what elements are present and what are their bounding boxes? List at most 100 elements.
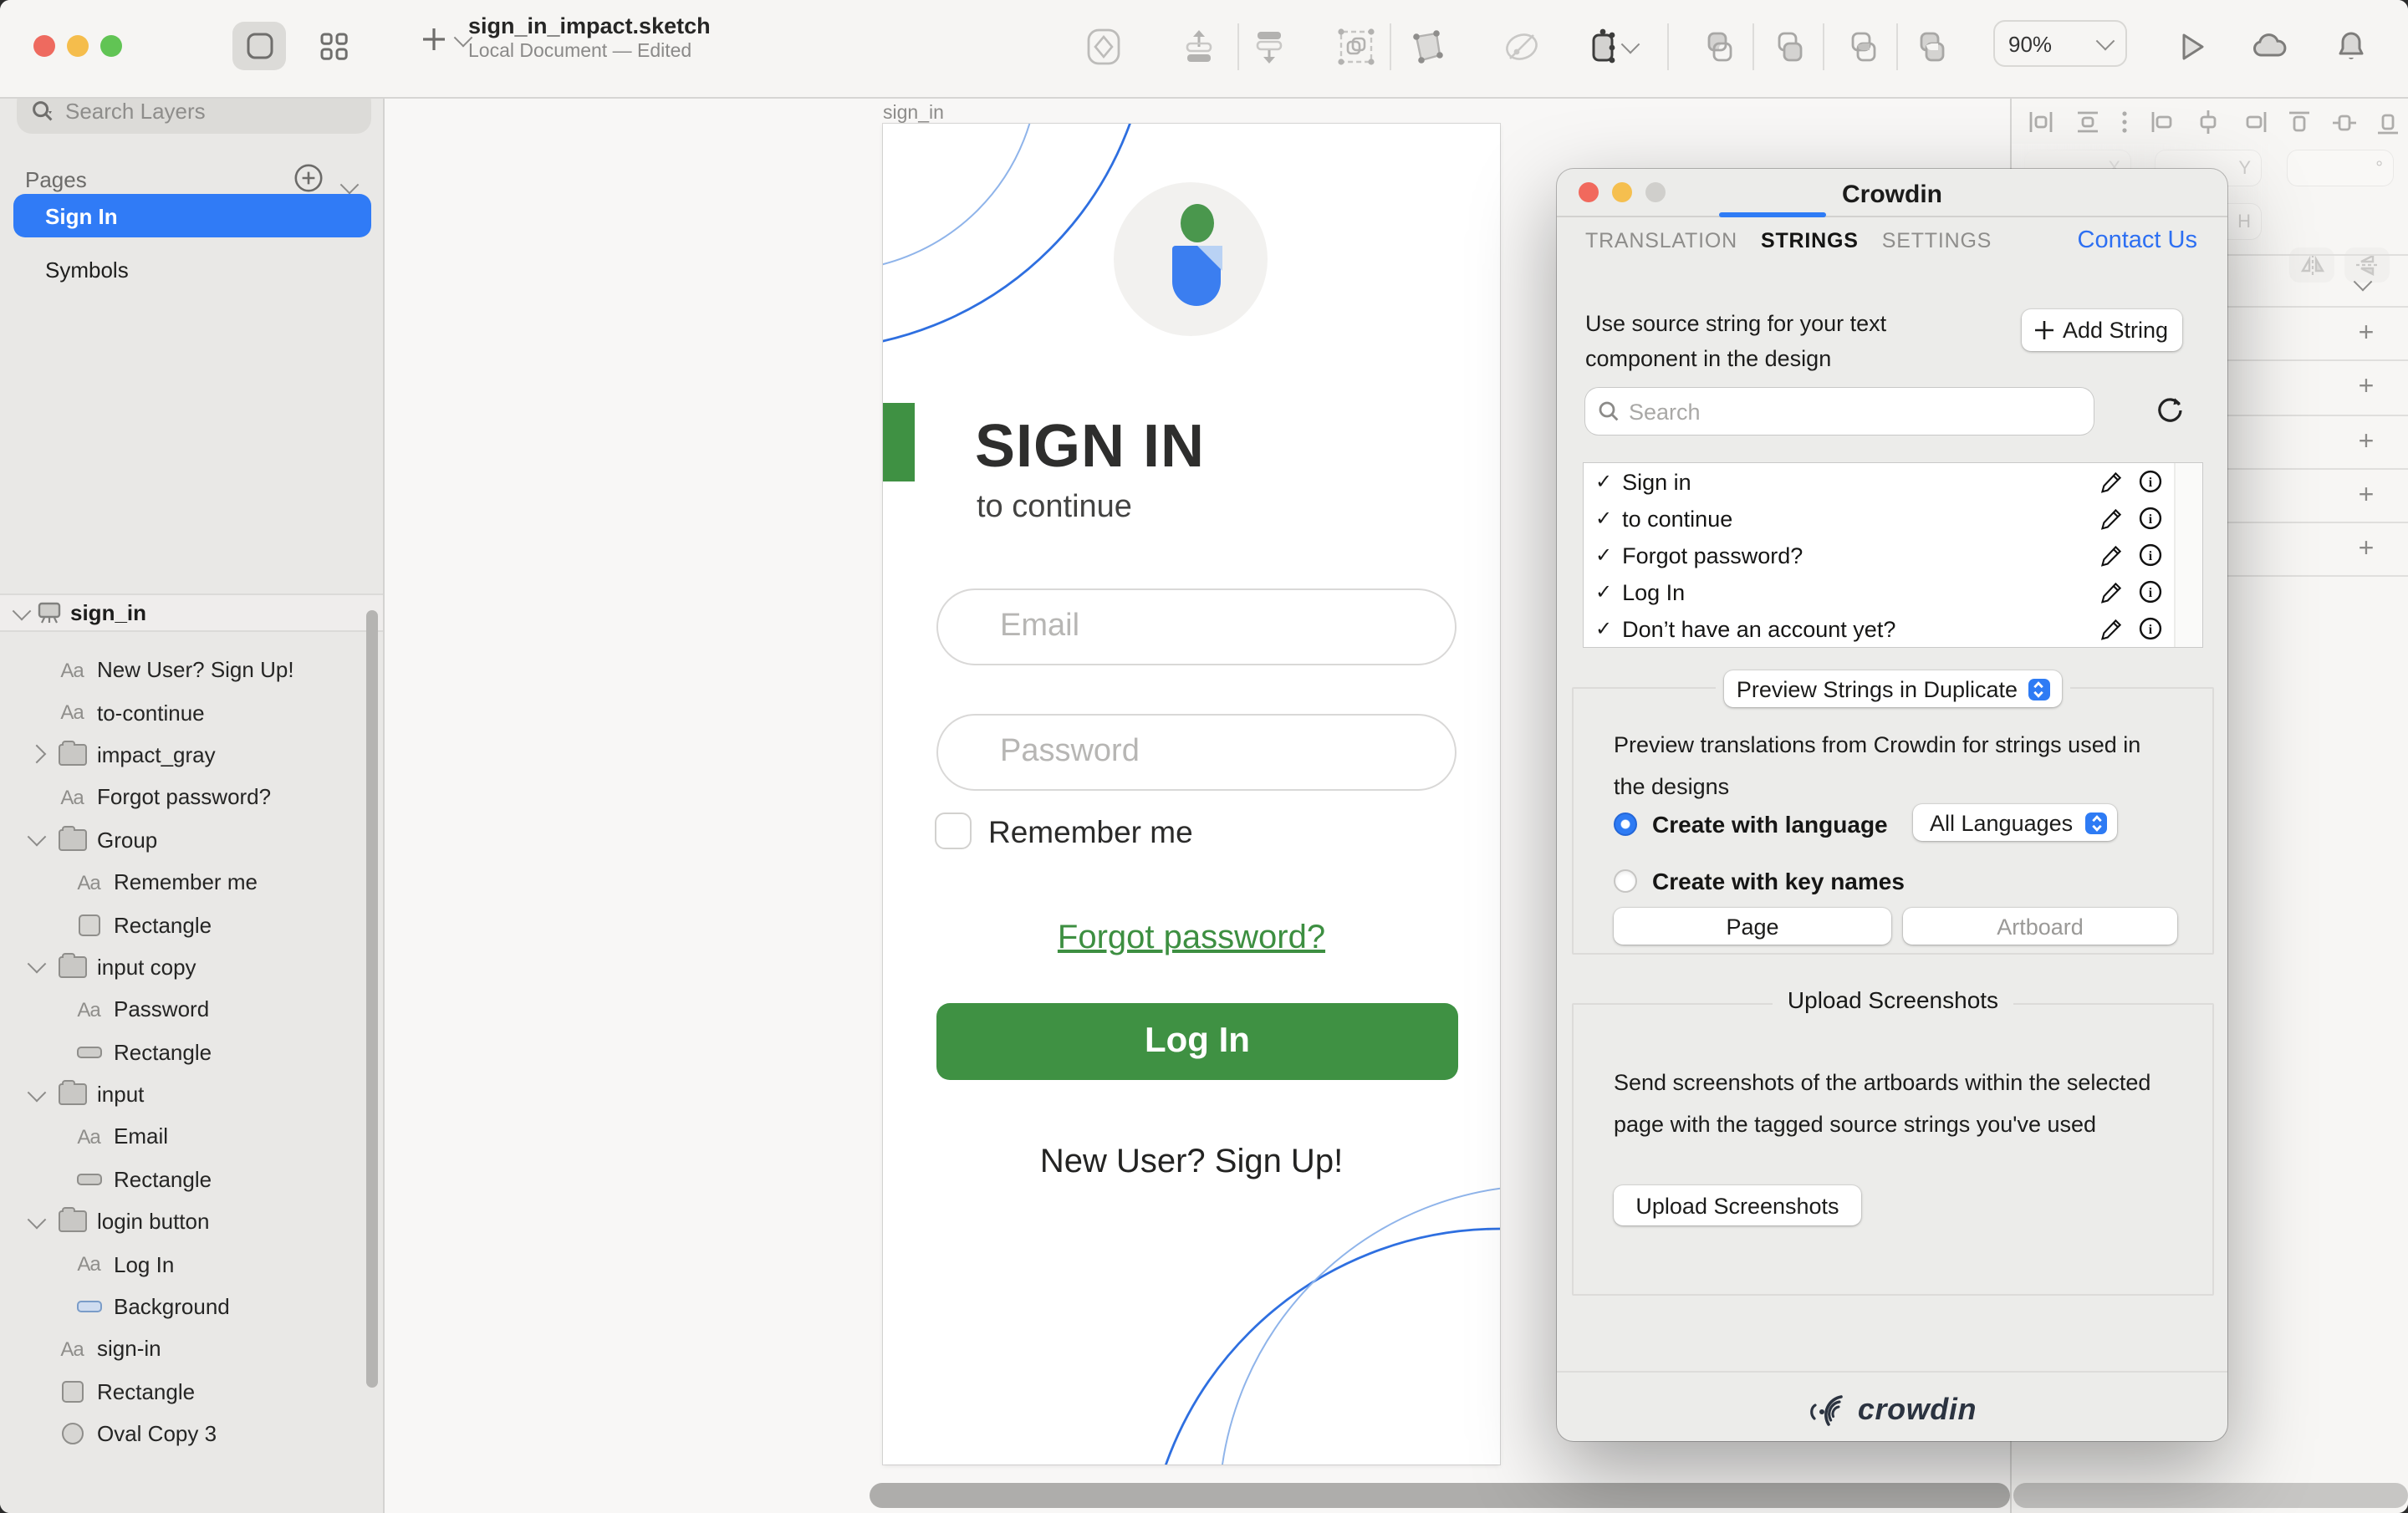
info-icon[interactable]: i <box>2139 543 2162 567</box>
layer-row[interactable]: Rectangle <box>0 1158 383 1200</box>
password-field[interactable]: Password <box>936 714 1457 791</box>
align-top-icon[interactable] <box>2288 110 2311 135</box>
string-row[interactable]: ✓ to continue i <box>1584 500 2202 537</box>
more-options-icon[interactable] <box>2120 110 2129 134</box>
preview-play-button[interactable] <box>2167 23 2214 70</box>
chevron-down-icon[interactable] <box>28 1083 47 1102</box>
layer-row[interactable]: Rectangle <box>0 904 383 946</box>
boolean-subtract-button[interactable] <box>1766 23 1813 70</box>
layer-row[interactable]: Rectangle <box>0 1370 383 1413</box>
tab-translation[interactable]: TRANSLATION <box>1585 229 1737 252</box>
chevron-down-icon[interactable] <box>28 1210 47 1229</box>
layer-row[interactable]: Aato-continue <box>0 691 383 734</box>
string-row[interactable]: ✓ Forgot password? i <box>1584 537 2202 573</box>
info-icon[interactable]: i <box>2139 470 2162 493</box>
layer-row[interactable]: AaNew User? Sign Up! <box>0 649 383 691</box>
radio-selected-icon[interactable] <box>1614 813 1637 836</box>
inspector-horizontal-scrollbar[interactable] <box>2013 1483 2408 1508</box>
rotation-field[interactable]: ° <box>2288 150 2393 186</box>
string-row[interactable]: ✓ Don’t have an account yet? i <box>1584 610 2202 647</box>
align-right-icon[interactable] <box>2242 110 2267 134</box>
edit-pencil-icon[interactable] <box>2100 543 2124 567</box>
layer-row[interactable]: AaLog In <box>0 1243 383 1286</box>
notifications-button[interactable] <box>2328 23 2375 70</box>
close-window-button[interactable] <box>33 35 55 57</box>
artboard-title[interactable]: sign_in <box>883 104 944 124</box>
crowdin-titlebar[interactable]: Crowdin <box>1557 169 2227 217</box>
toggle-sidebar-button[interactable] <box>232 22 286 70</box>
boolean-intersect-button[interactable] <box>1839 23 1886 70</box>
canvas-horizontal-scrollbar[interactable] <box>870 1483 2010 1508</box>
create-with-key-names-option[interactable]: Create with key names <box>1614 868 1905 894</box>
align-center-horizontal-icon[interactable] <box>2196 110 2221 134</box>
add-border-button[interactable]: + <box>2353 430 2380 456</box>
chevron-down-icon[interactable] <box>28 955 47 975</box>
sign-up-text[interactable]: New User? Sign Up! <box>883 1144 1500 1182</box>
collapse-section-button[interactable] <box>2356 269 2370 299</box>
distribute-vertically-icon[interactable] <box>2074 110 2099 134</box>
layer-row[interactable]: Aasign-in <box>0 1328 383 1371</box>
contact-us-link[interactable]: Contact Us <box>2078 227 2197 254</box>
resize-options-chevron[interactable] <box>1619 23 1642 70</box>
send-backward-button[interactable] <box>1246 23 1293 70</box>
remember-me-checkbox[interactable] <box>935 813 972 849</box>
create-with-language-option[interactable]: Create with language <box>1614 811 1888 838</box>
artboard-group-header[interactable]: sign_in <box>0 593 383 632</box>
oval-tool-button[interactable] <box>1080 23 1127 70</box>
edit-pencil-icon[interactable] <box>2100 507 2124 530</box>
layer-row[interactable]: login button <box>0 1200 383 1243</box>
boolean-union-button[interactable] <box>1696 23 1742 70</box>
layer-row[interactable]: Background <box>0 1286 383 1328</box>
radio-unselected-icon[interactable] <box>1614 869 1637 893</box>
layer-row[interactable]: impact_gray <box>0 734 383 777</box>
align-bottom-icon[interactable] <box>2376 110 2400 135</box>
chevron-right-icon[interactable] <box>28 746 47 765</box>
forgot-password-link[interactable]: Forgot password? <box>883 920 1500 958</box>
zoom-level-dropdown[interactable]: 90% <box>1993 20 2127 67</box>
layer-row[interactable]: AaForgot password? <box>0 776 383 818</box>
add-blur-button[interactable]: + <box>2353 537 2380 563</box>
distribute-horizontally-icon[interactable] <box>2028 110 2053 134</box>
layer-row[interactable]: Group <box>0 818 383 861</box>
layer-row[interactable]: input <box>0 1073 383 1116</box>
minimize-window-button[interactable] <box>67 35 89 57</box>
email-field[interactable]: Email <box>936 588 1457 665</box>
group-button[interactable] <box>1333 23 1380 70</box>
flip-horizontal-button[interactable] <box>2289 247 2334 283</box>
zoom-window-button[interactable] <box>100 35 122 57</box>
edit-pencil-icon[interactable] <box>2100 580 2124 604</box>
add-style-button[interactable]: + <box>2353 321 2380 348</box>
tab-settings[interactable]: SETTINGS <box>1882 229 1992 252</box>
artboard[interactable]: SIGN IN to continue Email Password Remem… <box>883 124 1500 1465</box>
list-scrollbar-track[interactable] <box>2174 463 2202 647</box>
bring-forward-button[interactable] <box>1176 23 1222 70</box>
page-item-sign-in[interactable]: Sign In <box>13 194 371 237</box>
layer-row[interactable]: input copy <box>0 945 383 988</box>
edit-shape-button[interactable] <box>1405 23 1451 70</box>
upload-screenshots-button[interactable]: Upload Screenshots <box>1614 1185 1861 1225</box>
layer-row[interactable]: AaPassword <box>0 988 383 1031</box>
log-in-button[interactable]: Log In <box>936 1003 1458 1080</box>
sidebar-scrollbar[interactable] <box>366 610 378 1388</box>
page-item-symbols[interactable]: Symbols <box>13 247 371 291</box>
info-icon[interactable]: i <box>2139 507 2162 530</box>
edit-pencil-icon[interactable] <box>2100 470 2124 493</box>
edit-pencil-icon[interactable] <box>2100 617 2124 640</box>
add-fill-button[interactable]: + <box>2353 374 2380 401</box>
grid-view-button[interactable] <box>308 22 361 70</box>
all-languages-dropdown[interactable]: All Languages <box>1913 804 2117 841</box>
insert-menu-button[interactable] <box>421 27 470 52</box>
rotate-button[interactable] <box>1498 23 1545 70</box>
add-shadow-button[interactable]: + <box>2353 483 2380 510</box>
layer-row[interactable]: AaRemember me <box>0 861 383 904</box>
artboard-button[interactable]: Artboard <box>1903 908 2177 945</box>
info-icon[interactable]: i <box>2139 617 2162 640</box>
string-row[interactable]: ✓ Sign in i <box>1584 463 2202 500</box>
info-icon[interactable]: i <box>2139 580 2162 604</box>
add-string-button[interactable]: Add String <box>2022 309 2182 351</box>
align-left-icon[interactable] <box>2150 110 2175 134</box>
tab-strings[interactable]: STRINGS <box>1761 229 1859 252</box>
string-row[interactable]: ✓ Log In i <box>1584 573 2202 610</box>
align-middle-vertical-icon[interactable] <box>2332 110 2355 135</box>
layer-row[interactable]: AaEmail <box>0 1116 383 1159</box>
